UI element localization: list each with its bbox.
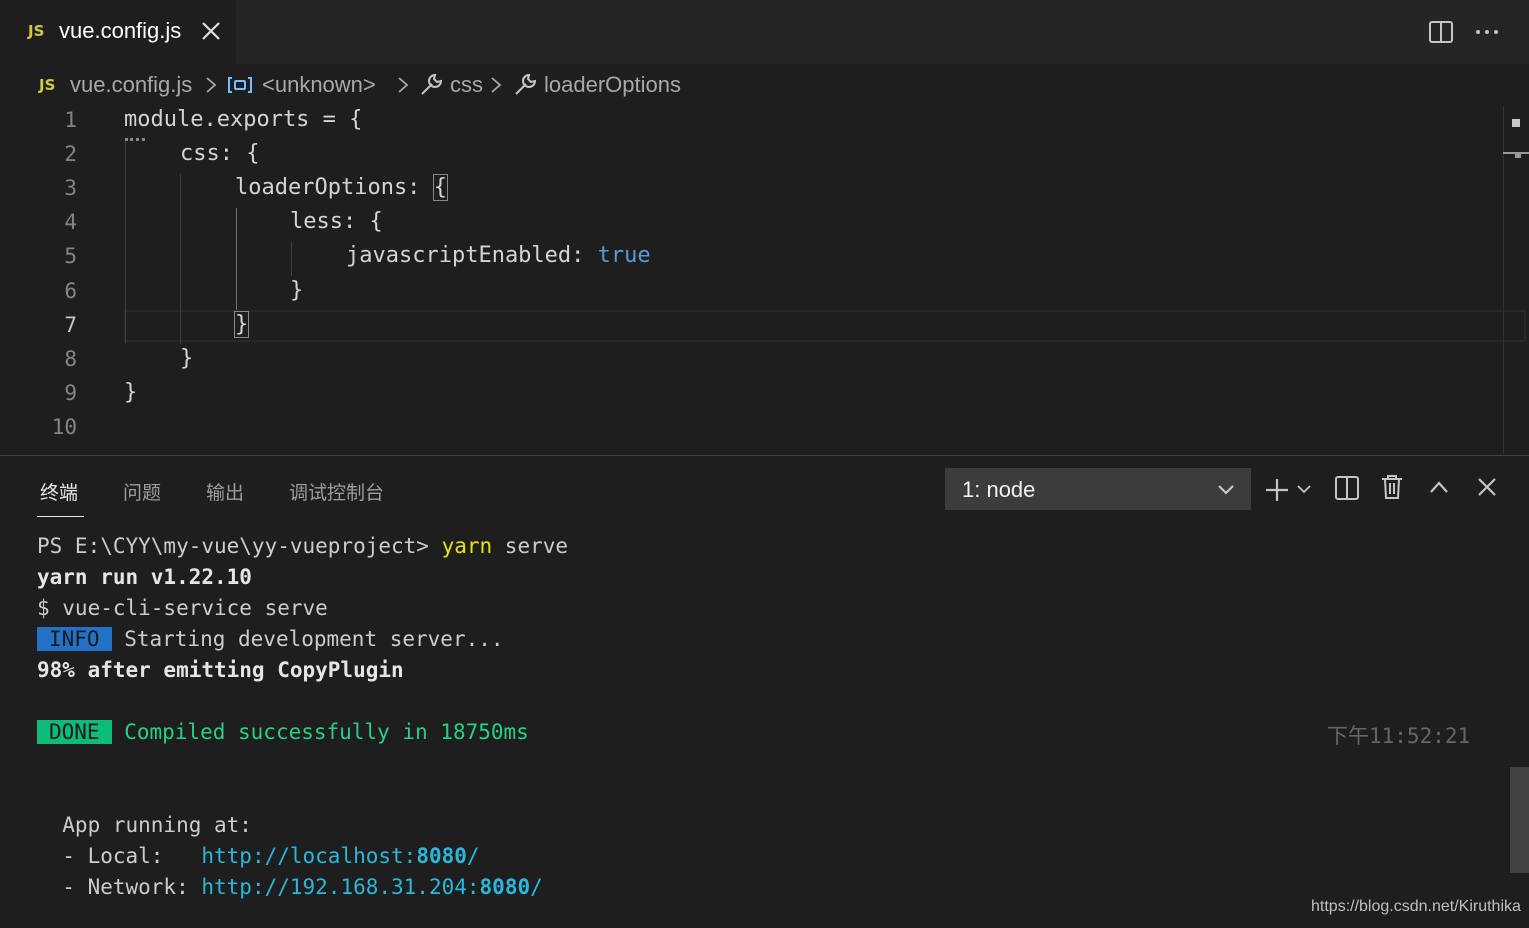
plus-icon[interactable] <box>1263 476 1291 504</box>
code-line-6: } <box>290 278 304 303</box>
indent-guide <box>125 140 126 344</box>
code-line-3: loaderOptions: { <box>235 174 448 201</box>
breadcrumb-loaderoptions[interactable]: loaderOptions <box>544 72 681 98</box>
terminal-line: - Network: http://192.168.31.204:8080/ <box>37 875 543 899</box>
terminal-line: INFO Starting development server... <box>37 627 504 651</box>
line-number: 6 <box>64 279 77 303</box>
split-terminal-icon[interactable] <box>1334 475 1360 501</box>
chevron-right-icon <box>398 77 409 93</box>
chevron-up-icon[interactable] <box>1428 478 1450 496</box>
code-editor[interactable]: 1 2 3 4 5 6 7 8 9 10 module.exports = { … <box>0 106 1529 454</box>
done-badge: DONE <box>37 720 112 744</box>
tab-output[interactable]: 输出 <box>206 478 244 505</box>
line-number: 3 <box>64 176 77 200</box>
wrench-icon <box>421 73 443 95</box>
terminal-line: App running at: <box>37 813 252 837</box>
terminal-line: $ vue-cli-service serve <box>37 596 328 620</box>
trash-icon[interactable] <box>1380 473 1404 501</box>
chevron-down-icon[interactable] <box>1296 482 1312 496</box>
code-line-5: javascriptEnabled: true <box>346 243 651 268</box>
line-number: 4 <box>64 210 77 234</box>
tab-debug-console[interactable]: 调试控制台 <box>289 478 384 505</box>
minimap-marker <box>1515 152 1521 158</box>
line-number: 5 <box>64 244 77 268</box>
breadcrumb-css[interactable]: css <box>450 72 483 98</box>
terminal-line: - Local: http://localhost:8080/ <box>37 844 480 868</box>
code-line-2: css: { <box>180 141 260 166</box>
terminal-line: yarn run v1.22.10 <box>37 565 252 589</box>
chevron-right-icon <box>206 77 217 93</box>
terminal-select-value: 1: node <box>962 477 1036 502</box>
js-file-icon: JS <box>39 76 56 94</box>
terminal-timestamp: 下午11:52:21 <box>1327 724 1471 748</box>
line-number: 10 <box>51 415 77 439</box>
indent-guide-active <box>236 208 237 310</box>
split-editor-icon[interactable] <box>1428 19 1454 45</box>
watermark: https://blog.csdn.net/Kiruthika <box>1311 898 1521 915</box>
breadcrumb-symbol[interactable]: <unknown> <box>262 72 376 98</box>
line-number: 9 <box>64 381 77 405</box>
tab-title: vue.config.js <box>59 18 182 43</box>
terminal-line: 98% after emitting CopyPlugin <box>37 658 404 682</box>
close-icon[interactable] <box>200 20 222 42</box>
local-url-link[interactable]: http://localhost:8080/ <box>201 844 479 868</box>
matched-bracket: { <box>432 174 448 201</box>
current-line-highlight <box>124 310 1526 342</box>
breadcrumb-file[interactable]: vue.config.js <box>70 72 192 98</box>
active-tab-underline <box>37 516 84 517</box>
js-file-icon: JS <box>28 22 45 40</box>
network-url-link[interactable]: http://192.168.31.204:8080/ <box>201 875 542 899</box>
terminal-line: PS E:\CYY\my-vue\yy-vueproject> yarn ser… <box>37 534 569 558</box>
terminal-select[interactable]: 1: node <box>945 468 1251 510</box>
breadcrumb: JS vue.config.js <unknown> css loaderOpt… <box>0 64 1529 106</box>
bottom-panel: 终端 问题 输出 调试控制台 1: node PS E:\CYY\my-vue\… <box>0 455 1529 928</box>
editor-scrollbar-track[interactable] <box>1503 106 1504 454</box>
line-number: 2 <box>64 142 77 166</box>
close-icon[interactable] <box>1476 476 1498 498</box>
line-number: 1 <box>64 108 77 132</box>
code-line-4: less: { <box>290 209 383 234</box>
code-line-9: } <box>124 380 138 405</box>
tab-problems[interactable]: 问题 <box>123 478 161 505</box>
line-number: 8 <box>64 347 77 371</box>
editor-tab-bar: JS vue.config.js <box>0 0 1529 64</box>
wrench-icon <box>515 73 537 95</box>
terminal-scrollbar[interactable] <box>1510 767 1529 873</box>
chevron-down-icon <box>1218 485 1234 495</box>
tab-terminal[interactable]: 终端 <box>40 478 78 505</box>
indent-guide <box>180 174 181 344</box>
line-number-active: 7 <box>64 313 77 337</box>
variable-symbol-icon <box>228 77 252 93</box>
code-line-8: } <box>180 346 194 371</box>
hint-squiggle <box>125 134 145 141</box>
code-line-1: module.exports = { <box>124 107 363 132</box>
indent-guide <box>291 242 292 276</box>
minimap-marker <box>1512 119 1520 127</box>
info-badge: INFO <box>37 627 112 651</box>
editor-tab-vue-config[interactable]: JS vue.config.js <box>0 0 236 64</box>
terminal-line: DONE Compiled successfully in 18750ms <box>37 720 529 744</box>
chevron-right-icon <box>491 77 502 93</box>
code-line-7: } <box>233 311 250 338</box>
more-actions-icon[interactable] <box>1473 19 1501 45</box>
